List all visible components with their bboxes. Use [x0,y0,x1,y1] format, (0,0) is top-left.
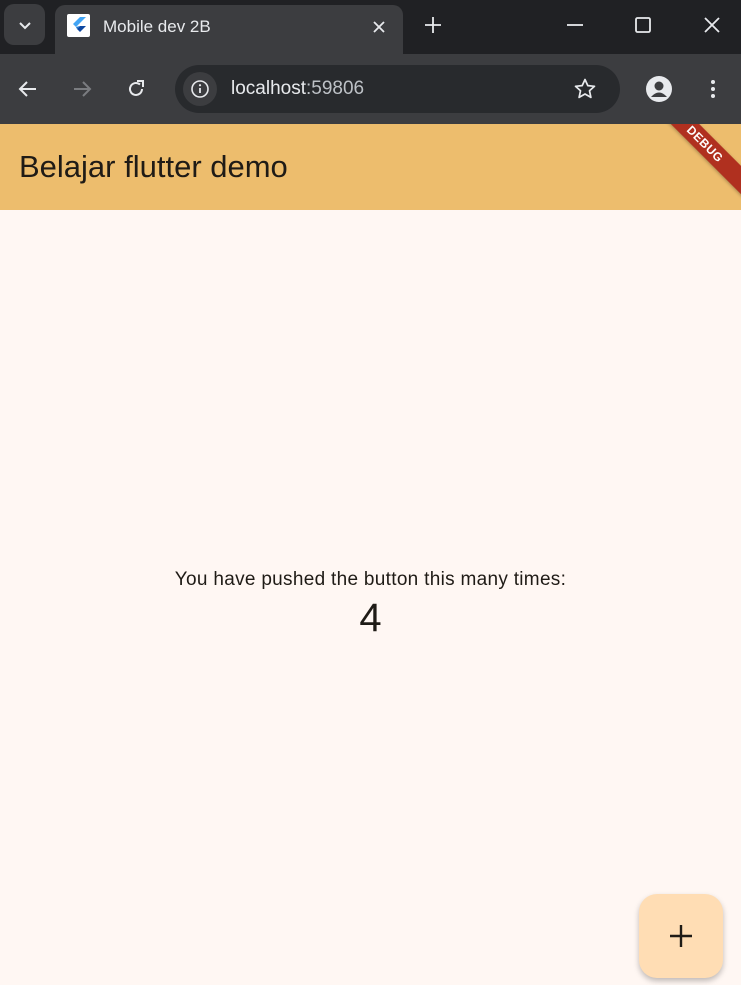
reload-button[interactable] [121,74,151,104]
app-body: You have pushed the button this many tim… [0,210,741,985]
plus-icon [670,925,692,947]
close-window-button[interactable] [697,10,727,40]
tab-search-button[interactable] [4,4,45,45]
bookmark-button[interactable] [572,76,598,102]
maximize-icon [635,17,651,33]
tab-title: Mobile dev 2B [103,17,211,36]
app-bar: Belajar flutter demo DEBUG [0,124,741,210]
url-host: localhost [231,78,306,99]
browser-tab-strip: Mobile dev 2B [0,0,741,54]
close-icon [373,21,385,33]
star-icon [574,78,596,99]
site-info-button[interactable] [183,72,217,106]
url-port: :59806 [306,78,365,99]
more-vertical-icon [711,80,715,98]
counter-value: 4 [359,596,382,640]
minimize-icon [567,24,583,26]
plus-icon [425,17,441,33]
address-bar[interactable]: localhost:59806 [175,65,620,113]
arrow-right-icon [74,81,92,97]
minimize-button[interactable] [560,10,590,40]
flutter-icon [67,14,90,37]
profile-icon [646,76,672,102]
increment-button[interactable] [639,894,723,978]
close-icon [704,17,720,33]
debug-banner: DEBUG [648,124,741,201]
reload-icon [129,80,144,96]
maximize-button[interactable] [628,10,658,40]
new-tab-button[interactable] [418,10,448,40]
tab-close-button[interactable] [369,17,389,37]
url-text[interactable]: localhost:59806 [231,78,364,100]
back-button[interactable] [13,74,43,104]
browser-tab-active[interactable]: Mobile dev 2B [55,5,403,54]
browser-toolbar: localhost:59806 [0,54,741,124]
arrow-left-icon [18,81,36,97]
forward-button[interactable] [67,74,97,104]
profile-button[interactable] [644,74,674,104]
page-title: Belajar flutter demo [19,149,288,184]
chevron-down-icon [18,21,31,29]
counter-message: You have pushed the button this many tim… [174,569,567,590]
info-icon [191,80,209,98]
menu-button[interactable] [698,74,728,104]
